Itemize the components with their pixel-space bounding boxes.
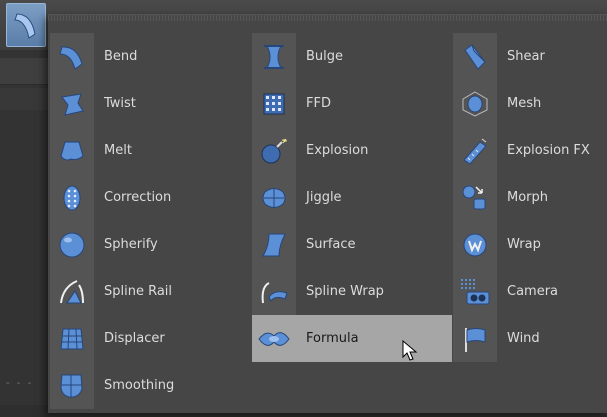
spline-wrap-icon <box>261 281 288 303</box>
bulge-icon <box>264 44 284 69</box>
menu-item-label: Smoothing <box>104 378 175 393</box>
menu-drag-grip[interactable] <box>48 15 607 21</box>
menu-item-label: Displacer <box>104 331 165 346</box>
menu-item-surface[interactable]: Surface <box>252 221 452 268</box>
menu-item-label: Wind <box>507 331 540 346</box>
spline-rail-icon <box>60 279 84 303</box>
menu-item-label: Morph <box>507 190 549 205</box>
explosion-fx-icon <box>463 138 487 165</box>
mouse-cursor-icon <box>402 340 418 361</box>
menu-item-shear[interactable]: Shear <box>453 33 607 80</box>
separator: - - - <box>6 378 34 389</box>
menu-item-melt[interactable]: Melt <box>50 127 250 174</box>
menu-item-label: Bulge <box>306 49 344 64</box>
menu-item-label: Wrap <box>507 237 541 252</box>
menu-column-3: Shear Mesh Explosion FX Morph Wrap Camer… <box>453 33 607 362</box>
menu-item-correction[interactable]: Correction <box>50 174 250 221</box>
menu-item-wrap[interactable]: Wrap <box>453 221 607 268</box>
menu-item-label: Correction <box>104 190 172 205</box>
menu-item-label: Spherify <box>104 237 158 252</box>
menu-item-ffd[interactable]: FFD <box>252 80 452 127</box>
displacer-icon <box>60 328 84 349</box>
menu-item-label: Camera <box>507 284 559 299</box>
menu-column-1: Bend Twist Melt Correction Spherify Spli… <box>50 33 250 409</box>
menu-item-smoothing[interactable]: Smoothing <box>50 362 250 409</box>
menu-item-morph[interactable]: Morph <box>453 174 607 221</box>
deformer-popup-menu: Bend Twist Melt Correction Spherify Spli… <box>48 14 607 413</box>
side-panel-row <box>0 88 48 110</box>
spherify-icon <box>59 232 85 257</box>
menu-item-spline-wrap[interactable]: Spline Wrap <box>252 268 452 315</box>
wind-icon <box>465 327 486 352</box>
morph-icon <box>462 185 486 209</box>
menu-item-formula[interactable]: Formula <box>252 315 452 362</box>
menu-item-wind[interactable]: Wind <box>453 315 607 362</box>
deformer-tool-button[interactable] <box>6 3 46 47</box>
menu-item-label: Twist <box>104 96 136 111</box>
menu-item-explosion-fx[interactable]: Explosion FX <box>453 127 607 174</box>
menu-item-label: Jiggle <box>306 190 342 205</box>
menu-item-label: Formula <box>306 331 359 346</box>
bend-icon <box>14 13 36 39</box>
menu-item-mesh[interactable]: Mesh <box>453 80 607 127</box>
menu-item-bulge[interactable]: Bulge <box>252 33 452 80</box>
menu-item-label: Explosion <box>306 143 369 158</box>
menu-item-label: Melt <box>104 143 132 158</box>
menu-item-displacer[interactable]: Displacer <box>50 315 250 362</box>
menu-item-twist[interactable]: Twist <box>50 80 250 127</box>
melt-icon <box>60 141 84 160</box>
menu-item-bend[interactable]: Bend <box>50 33 250 80</box>
menu-item-camera[interactable]: Camera <box>453 268 607 315</box>
menu-item-jiggle[interactable]: Jiggle <box>252 174 452 221</box>
correction-icon <box>63 185 81 210</box>
menu-item-label: FFD <box>306 96 331 111</box>
menu-column-2: Bulge FFD Explosion Jiggle Surface Splin… <box>252 33 452 362</box>
explosion-icon <box>261 138 288 163</box>
menu-item-label: Mesh <box>507 96 542 111</box>
menu-item-label: Shear <box>507 49 545 64</box>
ffd-icon <box>263 93 285 114</box>
shear-icon <box>464 43 486 70</box>
menu-item-label: Surface <box>306 237 356 252</box>
side-panel-header <box>0 58 48 85</box>
menu-item-spherify[interactable]: Spherify <box>50 221 250 268</box>
menu-item-explosion[interactable]: Explosion <box>252 127 452 174</box>
menu-item-label: Bend <box>104 49 138 64</box>
menu-item-label: Explosion FX <box>507 143 590 158</box>
menu-item-label: Spline Wrap <box>306 284 384 299</box>
jiggle-icon <box>262 187 286 208</box>
mesh-icon <box>462 90 488 117</box>
menu-item-label: Spline Rail <box>104 284 173 299</box>
surface-icon <box>262 233 286 256</box>
twist-icon <box>61 92 84 116</box>
formula-icon <box>258 331 290 346</box>
wrap-icon <box>463 233 487 256</box>
bend-icon <box>59 45 83 70</box>
menu-item-spline-rail[interactable]: Spline Rail <box>50 268 250 315</box>
camera-icon <box>461 278 490 304</box>
smoothing-icon <box>60 374 83 398</box>
